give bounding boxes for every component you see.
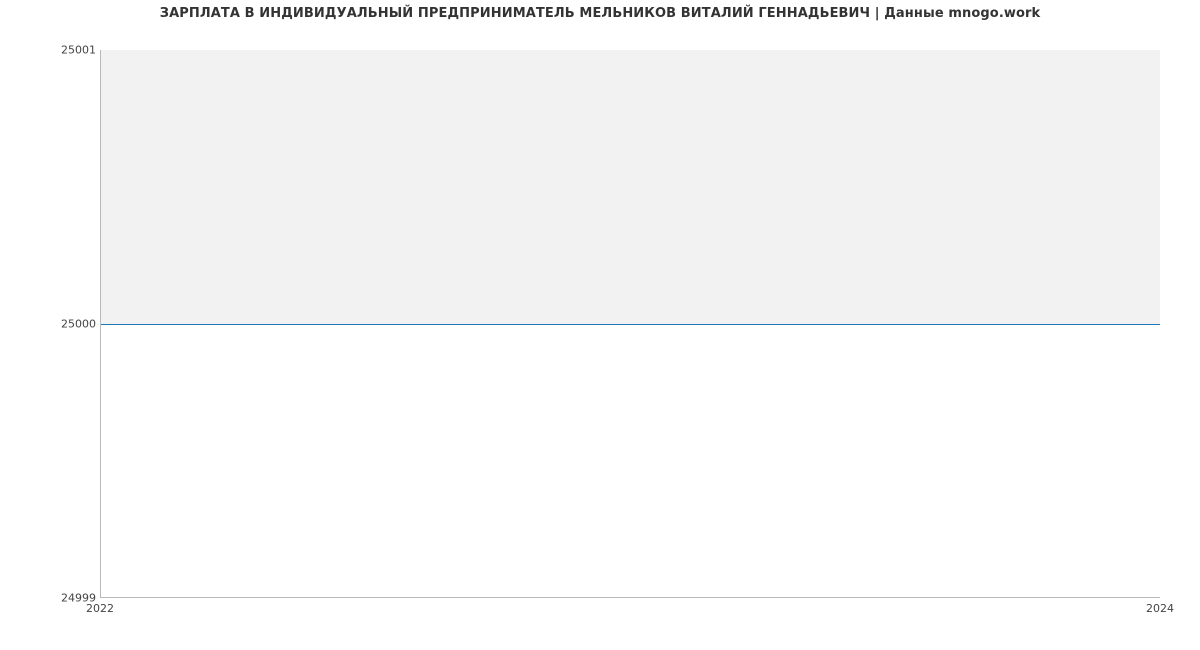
y-tick-label: 25000 [36,318,96,331]
grid-band [101,50,1160,324]
y-tick-label: 25001 [36,44,96,57]
plot-area [100,50,1160,598]
x-tick-label: 2022 [86,602,114,615]
chart-title: ЗАРПЛАТА В ИНДИВИДУАЛЬНЫЙ ПРЕДПРИНИМАТЕЛ… [0,6,1200,21]
series-line-salary [101,324,1160,325]
x-tick-label: 2024 [1146,602,1174,615]
salary-chart: ЗАРПЛАТА В ИНДИВИДУАЛЬНЫЙ ПРЕДПРИНИМАТЕЛ… [0,0,1200,650]
